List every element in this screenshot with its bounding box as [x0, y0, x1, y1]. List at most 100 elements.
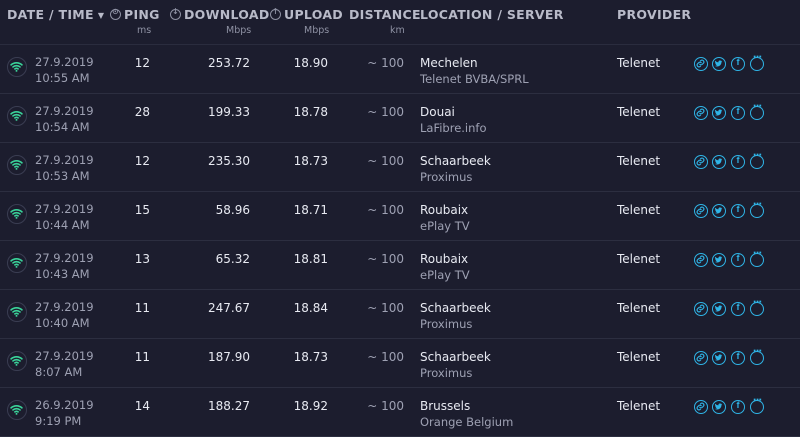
result-time: 8:07 AM [35, 365, 83, 379]
download-header-label: DOWNLOAD [184, 7, 270, 22]
download-value: 199.33 [208, 105, 250, 119]
upload-value: 18.84 [293, 301, 328, 315]
twitter-icon[interactable] [712, 204, 726, 218]
more-icon[interactable]: ··· [750, 395, 764, 414]
more-icon[interactable]: ··· [750, 150, 764, 169]
provider-name: Telenet [617, 56, 661, 70]
ping-unit: ms [137, 25, 152, 36]
upload-value: 18.73 [293, 154, 328, 168]
table-row[interactable]: 27.9.2019 10:43 AM 13 65.32 18.81 ~ 100 Roubai… [0, 241, 800, 290]
provider-name: Telenet [617, 154, 661, 168]
upload-header[interactable]: ↑ UPLOAD [270, 7, 343, 22]
distance-header-label: DISTANCE [349, 7, 421, 22]
server-name: LaFibre.info [420, 121, 487, 135]
upload-header-label: UPLOAD [284, 7, 343, 22]
location-header-label: LOCATION / SERVER [420, 7, 564, 22]
facebook-icon[interactable]: f [731, 57, 745, 71]
download-value: 187.90 [208, 350, 250, 364]
provider-header[interactable]: PROVIDER [617, 7, 691, 22]
more-icon[interactable]: ··· [750, 297, 764, 316]
twitter-icon[interactable] [712, 106, 726, 120]
twitter-icon[interactable] [712, 155, 726, 169]
download-value: 58.96 [215, 203, 250, 217]
link-icon[interactable] [694, 204, 708, 218]
more-icon[interactable]: ··· [750, 199, 764, 218]
wifi-icon [7, 253, 27, 273]
table-row[interactable]: 26.9.2019 9:19 PM 14 188.27 18.92 ~ 100 Brusse… [0, 388, 800, 437]
link-icon[interactable] [694, 106, 708, 120]
facebook-icon[interactable]: f [731, 253, 745, 267]
download-arrow-icon: ↓ [170, 7, 181, 20]
ping-header-label: PING [124, 7, 160, 22]
ping-value: 12 [134, 154, 150, 168]
distance-header[interactable]: DISTANCE [349, 7, 421, 22]
server-name: Proximus [420, 366, 473, 380]
result-time: 10:43 AM [35, 267, 90, 281]
provider-name: Telenet [617, 301, 661, 315]
table-row[interactable]: 27.9.2019 10:54 AM 28 199.33 18.78 ~ 100 Douai… [0, 94, 800, 143]
download-unit: Mbps [226, 25, 252, 36]
result-date: 27.9.2019 [35, 300, 94, 314]
more-icon[interactable]: ··· [750, 346, 764, 365]
facebook-icon[interactable]: f [731, 204, 745, 218]
sort-datetime-header[interactable]: DATE / TIME ▼ [7, 7, 104, 22]
link-icon[interactable] [694, 253, 708, 267]
wifi-icon [7, 302, 27, 322]
distance-value: ~ 100 [367, 399, 404, 413]
provider-name: Telenet [617, 203, 661, 217]
download-value: 188.27 [208, 399, 250, 413]
wifi-icon [7, 155, 27, 175]
upload-value: 18.81 [293, 252, 328, 266]
location-name: Roubaix [420, 203, 469, 217]
wifi-icon [7, 400, 27, 420]
wifi-icon [7, 351, 27, 371]
facebook-icon[interactable]: f [731, 400, 745, 414]
download-value: 235.30 [208, 154, 250, 168]
distance-value: ~ 100 [367, 105, 404, 119]
download-value: 65.32 [215, 252, 250, 266]
ping-value: 28 [134, 105, 150, 119]
facebook-icon[interactable]: f [731, 351, 745, 365]
ping-value: 15 [134, 203, 150, 217]
result-date: 27.9.2019 [35, 153, 94, 167]
upload-value: 18.92 [293, 399, 328, 413]
wifi-icon [7, 204, 27, 224]
ping-value: 11 [134, 301, 150, 315]
table-row[interactable]: 27.9.2019 10:53 AM 12 235.30 18.73 ~ 100 Schaa… [0, 143, 800, 192]
server-name: Telenet BVBA/SPRL [420, 72, 529, 86]
provider-name: Telenet [617, 399, 661, 413]
twitter-icon[interactable] [712, 302, 726, 316]
link-icon[interactable] [694, 400, 708, 414]
distance-value: ~ 100 [367, 350, 404, 364]
distance-unit: km [390, 25, 405, 36]
table-row[interactable]: 27.9.2019 10:44 AM 15 58.96 18.71 ~ 100 Roubai… [0, 192, 800, 241]
link-icon[interactable] [694, 57, 708, 71]
twitter-icon[interactable] [712, 351, 726, 365]
distance-value: ~ 100 [367, 301, 404, 315]
twitter-icon[interactable] [712, 400, 726, 414]
location-name: Schaarbeek [420, 301, 491, 315]
twitter-icon[interactable] [712, 57, 726, 71]
ping-header[interactable]: ⊙ PING [110, 7, 160, 22]
server-name: ePlay TV [420, 219, 470, 233]
distance-value: ~ 100 [367, 203, 404, 217]
facebook-icon[interactable]: f [731, 302, 745, 316]
more-icon[interactable]: ··· [750, 52, 764, 71]
more-icon[interactable]: ··· [750, 101, 764, 120]
location-name: Schaarbeek [420, 350, 491, 364]
twitter-icon[interactable] [712, 253, 726, 267]
more-icon[interactable]: ··· [750, 248, 764, 267]
download-header[interactable]: ↓ DOWNLOAD [170, 7, 270, 22]
facebook-icon[interactable]: f [731, 106, 745, 120]
table-row[interactable]: 27.9.2019 10:55 AM 12 253.72 18.90 ~ 100 Meche… [0, 45, 800, 94]
location-header[interactable]: LOCATION / SERVER [420, 7, 564, 22]
location-name: Schaarbeek [420, 154, 491, 168]
link-icon[interactable] [694, 351, 708, 365]
table-row[interactable]: 27.9.2019 8:07 AM 11 187.90 18.73 ~ 100 Schaar… [0, 339, 800, 388]
facebook-icon[interactable]: f [731, 155, 745, 169]
table-row[interactable]: 27.9.2019 10:40 AM 11 247.67 18.84 ~ 100 Schaa… [0, 290, 800, 339]
link-icon[interactable] [694, 302, 708, 316]
result-time: 9:19 PM [35, 414, 82, 428]
link-icon[interactable] [694, 155, 708, 169]
location-name: Mechelen [420, 56, 478, 70]
